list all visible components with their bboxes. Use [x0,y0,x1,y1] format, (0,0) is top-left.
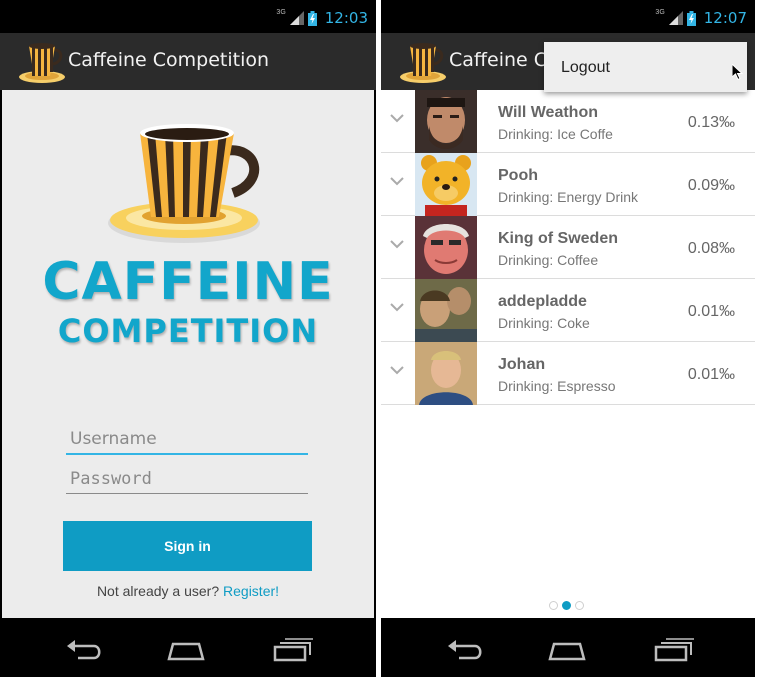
back-icon[interactable] [64,638,104,662]
player-score: 0.09‰ [687,177,735,194]
leaderboard-row[interactable]: Will Weathon Drinking: Ice Coffe 0.13‰ [381,90,755,153]
recents-icon[interactable] [654,638,694,662]
logo-title-caffeine: CAFFEINE [42,252,334,312]
leaderboard-list: Will Weathon Drinking: Ice Coffe 0.13‰ P… [381,90,755,618]
sign-in-button[interactable]: Sign in [63,521,312,571]
player-score: 0.01‰ [687,303,735,320]
chevron-down-icon[interactable] [390,303,404,312]
player-name: Johan [498,356,546,373]
home-icon[interactable] [547,638,587,662]
avatar [415,279,477,342]
network-type-label: 3G [276,8,286,16]
app-title: Caffeine C [449,49,548,71]
leaderboard-row[interactable]: King of Sweden Drinking: Coffee 0.08‰ [381,216,755,279]
app-cup-icon[interactable] [18,40,68,84]
register-prompt-text: Not already a user? [96,583,220,599]
avatar [415,216,477,279]
home-icon[interactable] [166,638,206,662]
battery-icon [686,10,696,26]
recents-icon[interactable] [273,638,313,662]
chevron-down-icon[interactable] [390,114,404,123]
page-dot-active[interactable] [562,601,571,610]
navigation-bar [381,620,755,677]
coffee-cup-logo-icon [108,124,260,243]
username-input[interactable] [66,425,308,455]
mouse-cursor-icon [732,64,743,80]
player-drink: Drinking: Ice Coffe [498,126,613,142]
page-indicator [549,601,584,610]
chevron-down-icon[interactable] [390,177,404,186]
register-prompt: Not already a user? Register! [2,583,374,599]
signal-icon [668,11,683,25]
status-time: 12:07 [703,9,747,27]
player-name: Will Weathon [498,104,598,121]
leaderboard-screen: 3G 12:07 Caffeine C Will Weathon Drinkin… [381,0,755,677]
action-bar: Caffeine Competition [0,33,376,90]
avatar [415,342,477,405]
player-name: Pooh [498,167,538,184]
status-bar: 3G 12:07 [381,0,755,33]
chevron-down-icon[interactable] [390,240,404,249]
leaderboard-row[interactable]: Pooh Drinking: Energy Drink 0.09‰ [381,153,755,216]
player-score: 0.01‰ [687,366,735,383]
login-content: CAFFEINE COMPETITION Sign in Not already… [2,90,374,618]
back-icon[interactable] [445,638,485,662]
register-link[interactable]: Register! [223,583,279,599]
chevron-down-icon[interactable] [390,366,404,375]
player-name: addepladde [498,293,587,310]
battery-icon [307,10,317,26]
overflow-menu: Logout [544,42,747,92]
app-cup-icon[interactable] [399,40,449,84]
player-drink: Drinking: Espresso [498,378,616,394]
status-bar: 3G 12:03 [0,0,376,33]
signal-icon [289,11,304,25]
player-drink: Drinking: Energy Drink [498,189,639,205]
leaderboard-row[interactable]: Johan Drinking: Espresso 0.01‰ [381,342,755,405]
player-score: 0.13‰ [687,114,735,131]
status-time: 12:03 [324,9,368,27]
logo-title-competition: COMPETITION [57,312,319,350]
network-type-label: 3G [655,8,665,16]
player-drink: Drinking: Coke [498,315,590,331]
login-screen: 3G 12:03 Caffeine Competition CAFFEINE C… [0,0,376,677]
page-dot[interactable] [549,601,558,610]
navigation-bar [0,620,376,677]
app-title: Caffeine Competition [68,49,270,71]
avatar [415,90,477,153]
logout-menu-item[interactable]: Logout [561,59,610,77]
player-name: King of Sweden [498,230,618,247]
player-score: 0.08‰ [687,240,735,257]
password-input[interactable] [66,464,308,494]
leaderboard-row[interactable]: addepladde Drinking: Coke 0.01‰ [381,279,755,342]
player-drink: Drinking: Coffee [498,252,599,268]
page-dot[interactable] [575,601,584,610]
avatar [415,153,477,216]
